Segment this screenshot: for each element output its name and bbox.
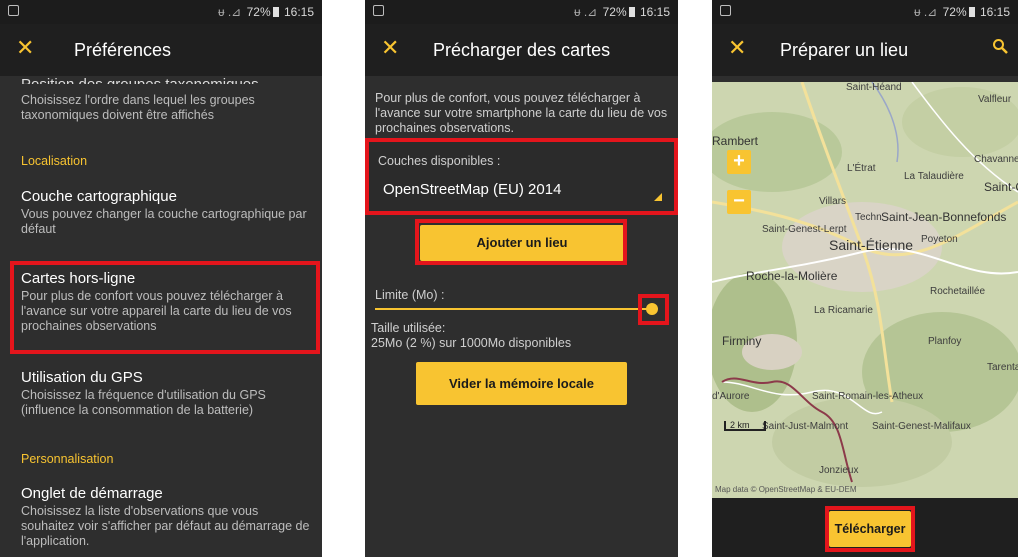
place-label: Villars <box>819 196 847 207</box>
section-personnalisation: Personnalisation <box>21 452 114 466</box>
place-label: La Ricamarie <box>814 305 873 316</box>
battery-level: 72% <box>602 5 627 19</box>
clock: 16:15 <box>979 5 1010 19</box>
setting-title: Onglet de démarrage <box>21 485 163 502</box>
highlight-box <box>10 261 320 354</box>
place-label: Saint-Genest-Malifaux <box>872 421 971 432</box>
place-label: Saint-Étienne <box>829 237 914 253</box>
battery-level: 72% <box>942 5 967 19</box>
close-icon[interactable]: ✕ <box>728 36 746 60</box>
notification-icon <box>8 5 19 16</box>
setting-description: Vous pouvez changer la couche cartograph… <box>21 207 307 236</box>
clock: 16:15 <box>639 5 670 19</box>
page-title: Préparer un lieu <box>780 40 909 60</box>
place-label: Jonzieux <box>819 465 859 476</box>
status-bar: ᵾ .⊿ 72% 16:15 <box>365 0 678 24</box>
intro-text: Pour plus de confort, vous pouvez téléch… <box>375 91 668 135</box>
limit-slider-track[interactable] <box>375 308 653 310</box>
app-bar: ✕ Préférences <box>0 24 322 76</box>
app-bar: ✕ Précharger des cartes <box>365 24 678 76</box>
search-icon[interactable] <box>992 38 1008 54</box>
place-label: La Talaudière <box>904 171 964 182</box>
battery-icon <box>272 7 279 17</box>
used-size-label: Taille utilisée: <box>371 321 446 335</box>
close-icon[interactable]: ✕ <box>381 36 399 60</box>
page-title: Préférences <box>74 40 172 60</box>
battery-icon <box>628 7 635 17</box>
map-attribution: Map data © OpenStreetMap & EU-DEM <box>715 485 857 494</box>
status-bar: ᵾ .⊿ 72% 16:15 <box>712 0 1018 24</box>
place-label: Saint-Romain-les-Atheux <box>812 391 924 402</box>
close-icon[interactable]: ✕ <box>16 36 34 60</box>
used-size-value: 25Mo (2 %) sur 1000Mo disponibles <box>371 336 572 350</box>
limit-label: Limite (Mo) : <box>375 288 445 302</box>
place-label: Saint-Jean-Bonnefonds <box>881 210 1007 224</box>
place-label: Roche-la-Molière <box>746 269 838 283</box>
highlight-box <box>415 219 627 265</box>
setting-title: Utilisation du GPS <box>21 369 143 386</box>
section-localisation: Localisation <box>21 154 88 168</box>
page-title: Précharger des cartes <box>433 40 611 60</box>
place-label: L'Étrat <box>847 163 876 174</box>
group-order-description[interactable]: Choisissez l'ordre dans lequel les group… <box>21 93 311 123</box>
place-label: Tarentais <box>987 362 1018 373</box>
setting-map-layer[interactable]: Couche cartographique Vous pouvez change… <box>21 188 311 237</box>
battery-icon <box>968 7 975 17</box>
place-label: Firminy <box>722 334 762 348</box>
signal-indicators: ᵾ .⊿ <box>913 5 938 19</box>
place-label: Planfoy <box>928 336 962 347</box>
zoom-out-button[interactable]: − <box>727 190 751 214</box>
signal-indicators: ᵾ .⊿ <box>217 5 242 19</box>
setting-gps[interactable]: Utilisation du GPS Choisissez la fréquen… <box>21 369 311 418</box>
place-label: d'Aurore <box>712 391 750 402</box>
place-label: Chavanne <box>974 154 1018 165</box>
place-label: Saint-C <box>984 180 1018 194</box>
map-view[interactable]: Saint-Héand Valfleur Rambert L'Étrat La … <box>712 82 1018 498</box>
setting-description: Choisissez la liste d'observations que v… <box>21 504 310 548</box>
clear-cache-button[interactable]: Vider la mémoire locale <box>416 362 627 405</box>
setting-start-tab[interactable]: Onglet de démarrage Choisissez la liste … <box>21 485 311 549</box>
preload-maps-screen: ᵾ .⊿ 72% 16:15 ✕ Précharger des cartes P… <box>365 0 678 557</box>
highlight-box <box>365 138 678 215</box>
setting-description: Choisissez la fréquence d'utilisation du… <box>21 388 266 417</box>
place-label: Techn <box>855 212 882 223</box>
place-label: Saint-Genest-Lerpt <box>762 224 847 235</box>
highlight-box <box>638 294 669 325</box>
setting-title: Couche cartographique <box>21 188 177 205</box>
preferences-screen: ᵾ .⊿ 72% 16:15 ✕ Préférences Position de… <box>0 0 322 557</box>
notification-icon <box>720 5 731 16</box>
place-label: Valfleur <box>978 94 1012 105</box>
place-label: Poyeton <box>921 234 958 245</box>
clipped-item-title: Position des groupes taxonomiques <box>21 76 259 84</box>
status-bar: ᵾ .⊿ 72% 16:15 <box>0 0 322 24</box>
signal-indicators: ᵾ .⊿ <box>573 5 598 19</box>
used-size: Taille utilisée: 25Mo (2 %) sur 1000Mo d… <box>371 321 571 351</box>
clock: 16:15 <box>283 5 314 19</box>
place-label: Saint-Just-Malmont <box>762 421 849 432</box>
app-bar: ✕ Préparer un lieu <box>712 24 1018 76</box>
highlight-box <box>825 506 915 552</box>
bottom-bar: Télécharger <box>712 498 1018 557</box>
battery-level: 72% <box>246 5 271 19</box>
place-label: Rambert <box>712 134 759 148</box>
map-scale: 2 km <box>724 421 766 431</box>
place-label: Rochetaillée <box>930 286 986 297</box>
place-label: Saint-Héand <box>846 82 902 93</box>
zoom-in-button[interactable]: + <box>727 150 751 174</box>
notification-icon <box>373 5 384 16</box>
prepare-place-screen: ᵾ .⊿ 72% 16:15 ✕ Préparer un lieu Saint-… <box>712 0 1018 557</box>
